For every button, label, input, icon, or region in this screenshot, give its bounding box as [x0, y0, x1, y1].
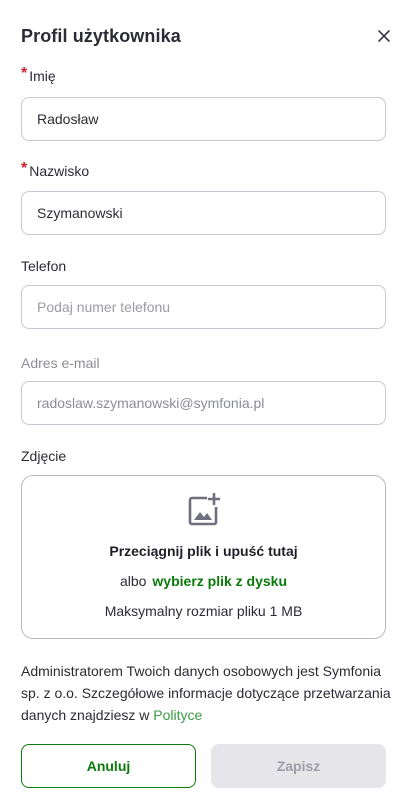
- privacy-notice: Administratorem Twoich danych osobowych …: [21, 660, 391, 726]
- add-image-icon: [188, 493, 221, 526]
- cancel-button[interactable]: Anuluj: [21, 744, 196, 788]
- page-title: Profil użytkownika: [21, 25, 181, 46]
- save-button-label: Zapisz: [276, 758, 321, 774]
- last-name-field[interactable]: Szymanowski: [21, 191, 386, 235]
- close-icon: [378, 30, 390, 42]
- max-file-size: Maksymalny rozmiar pliku 1 MB: [104, 603, 303, 619]
- photo-label: Zdjęcie: [21, 448, 66, 464]
- phone-label: Telefon: [21, 258, 66, 274]
- privacy-policy-link[interactable]: Polityce: [153, 707, 202, 723]
- phone-field[interactable]: Podaj numer telefonu: [21, 285, 386, 329]
- user-profile-panel: Profil użytkownika * Imię Radosław * Naz…: [0, 0, 415, 809]
- dropzone-or-line: albo wybierz plik z dysku: [22, 573, 385, 589]
- email-label-text: Adres e-mail: [21, 355, 100, 371]
- first-name-field[interactable]: Radosław: [21, 97, 386, 141]
- phone-label-text: Telefon: [21, 258, 67, 274]
- email-field: radoslaw.szymanowski@symfonia.pl: [21, 381, 386, 425]
- dropzone-title: Przeciągnij plik i upuść tutaj: [109, 543, 298, 559]
- first-name-label: * Imię: [21, 65, 56, 85]
- last-name-label-text: Nazwisko: [29, 163, 90, 179]
- first-name-label-text: Imię: [29, 68, 56, 84]
- last-name-value: Szymanowski: [37, 205, 123, 221]
- email-value: radoslaw.szymanowski@symfonia.pl: [37, 395, 265, 411]
- first-name-value: Radosław: [37, 111, 99, 127]
- last-name-label: * Nazwisko: [21, 160, 90, 180]
- required-marker: *: [21, 65, 28, 82]
- photo-dropzone[interactable]: Przeciągnij plik i upuść tutaj albo wybie…: [21, 475, 386, 639]
- phone-placeholder: Podaj numer telefonu: [37, 299, 171, 315]
- required-marker: *: [21, 160, 28, 177]
- cancel-button-label: Anuluj: [86, 758, 131, 774]
- save-button[interactable]: Zapisz: [211, 744, 386, 788]
- panel-header: Profil użytkownika: [21, 22, 395, 50]
- browse-file-link[interactable]: wybierz plik z dysku: [152, 573, 287, 589]
- privacy-text: Administratorem Twoich danych osobowych …: [21, 663, 391, 723]
- close-button[interactable]: [373, 25, 395, 47]
- email-label: Adres e-mail: [21, 355, 100, 371]
- photo-label-text: Zdjęcie: [21, 448, 67, 464]
- dropzone-or-text: albo: [119, 573, 147, 589]
